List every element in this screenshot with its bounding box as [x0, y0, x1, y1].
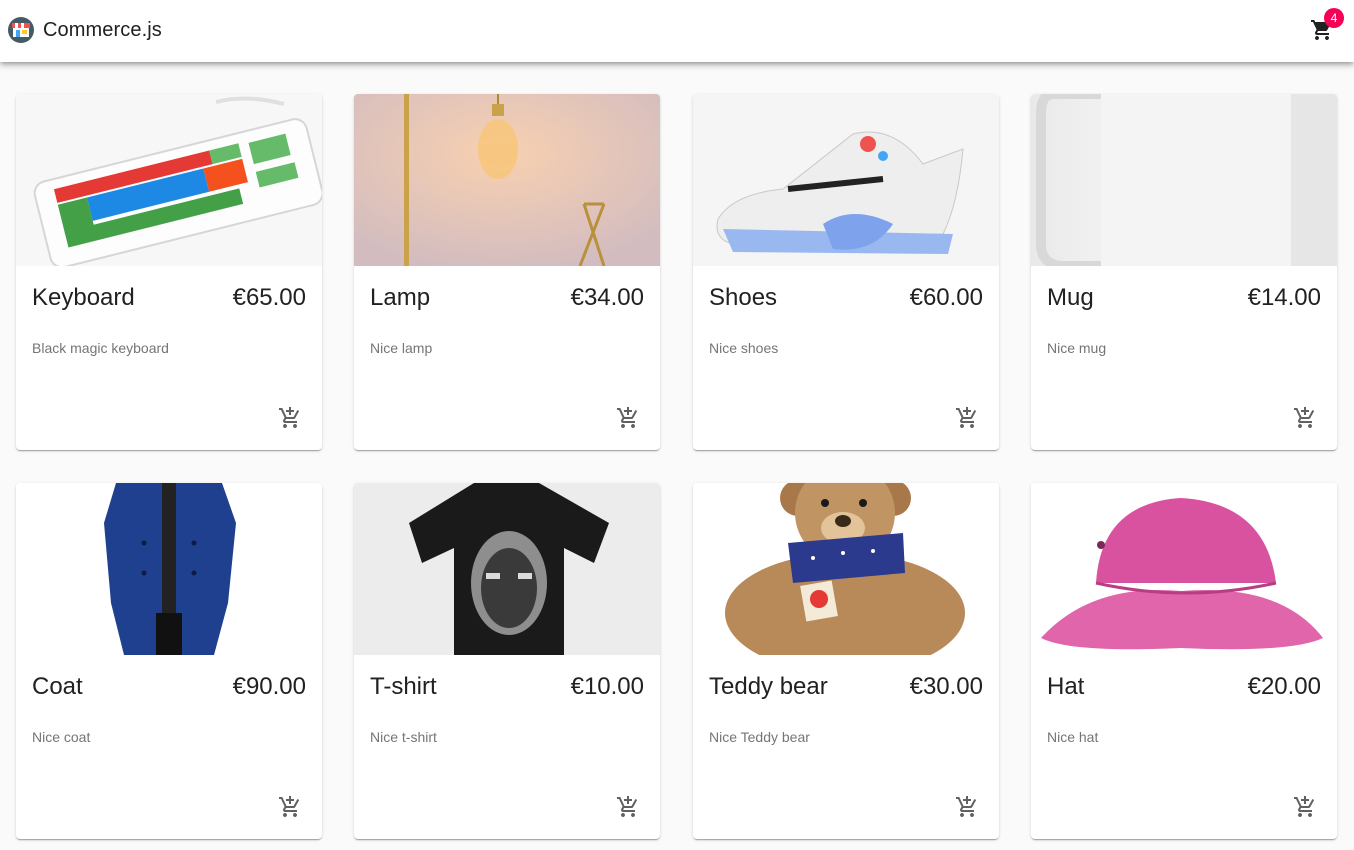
product-card: Keyboard €65.00 Black magic keyboard [16, 94, 322, 450]
product-name: Teddy bear [709, 673, 828, 700]
mug-image [1031, 94, 1337, 266]
product-description: Nice coat [32, 729, 91, 745]
product-card: Mug €14.00 Nice mug [1031, 94, 1337, 450]
product-price: €90.00 [232, 673, 306, 700]
coat-image [16, 483, 322, 655]
lamp-image [354, 94, 660, 266]
store-icon [8, 17, 34, 43]
add-to-cart-button[interactable] [1289, 791, 1321, 823]
add-to-cart-button[interactable] [1289, 402, 1321, 434]
product-card: T-shirt €10.00 Nice t-shirt [354, 483, 660, 839]
product-name: Hat [1047, 673, 1085, 700]
product-card: Teddy bear €30.00 Nice Teddy bear [693, 483, 999, 839]
product-card: Shoes €60.00 Nice shoes [693, 94, 999, 450]
teddy-bear-image [693, 483, 999, 655]
product-description: Nice shoes [709, 340, 779, 356]
add-to-cart-button[interactable] [951, 791, 983, 823]
product-name: Mug [1047, 284, 1094, 311]
product-price: €60.00 [909, 284, 983, 311]
brand-name: Commerce.js [43, 18, 162, 41]
product-name: Shoes [709, 284, 778, 311]
product-card: Hat €20.00 Nice hat [1031, 483, 1337, 839]
add-to-cart-button[interactable] [274, 402, 306, 434]
add-shopping-cart-icon [617, 407, 638, 428]
product-name: Keyboard [32, 284, 135, 311]
product-name: T-shirt [370, 673, 437, 700]
shoes-image [693, 94, 999, 266]
product-description: Nice mug [1047, 340, 1107, 356]
product-price: €20.00 [1247, 673, 1321, 700]
product-price: €10.00 [570, 673, 644, 700]
product-card: Lamp €34.00 Nice lamp [354, 94, 660, 450]
product-description: Nice hat [1047, 729, 1099, 745]
product-name: Coat [32, 673, 83, 700]
add-to-cart-button[interactable] [951, 402, 983, 434]
add-shopping-cart-icon [1294, 407, 1315, 428]
add-to-cart-button[interactable] [274, 791, 306, 823]
product-description: Nice Teddy bear [709, 729, 810, 745]
add-shopping-cart-icon [956, 407, 977, 428]
app-bar: Commerce.js 4 [0, 0, 1354, 62]
add-shopping-cart-icon [279, 796, 300, 817]
tshirt-image [354, 483, 660, 655]
keyboard-image [16, 94, 322, 266]
brand[interactable]: Commerce.js [8, 17, 162, 43]
product-price: €30.00 [909, 673, 983, 700]
add-to-cart-button[interactable] [612, 791, 644, 823]
add-shopping-cart-icon [617, 796, 638, 817]
add-shopping-cart-icon [956, 796, 977, 817]
product-description: Black magic keyboard [32, 340, 169, 356]
product-description: Nice t-shirt [370, 729, 437, 745]
product-price: €34.00 [570, 284, 644, 311]
add-shopping-cart-icon [279, 407, 300, 428]
add-to-cart-button[interactable] [612, 402, 644, 434]
product-price: €65.00 [232, 284, 306, 311]
hat-image [1031, 483, 1337, 655]
product-card: Coat €90.00 Nice coat [16, 483, 322, 839]
product-price: €14.00 [1247, 284, 1321, 311]
product-description: Nice lamp [370, 340, 433, 356]
product-name: Lamp [370, 284, 431, 311]
add-shopping-cart-icon [1294, 796, 1315, 817]
cart-count-badge: 4 [1324, 8, 1344, 28]
cart-button[interactable]: 4 [1304, 8, 1344, 48]
